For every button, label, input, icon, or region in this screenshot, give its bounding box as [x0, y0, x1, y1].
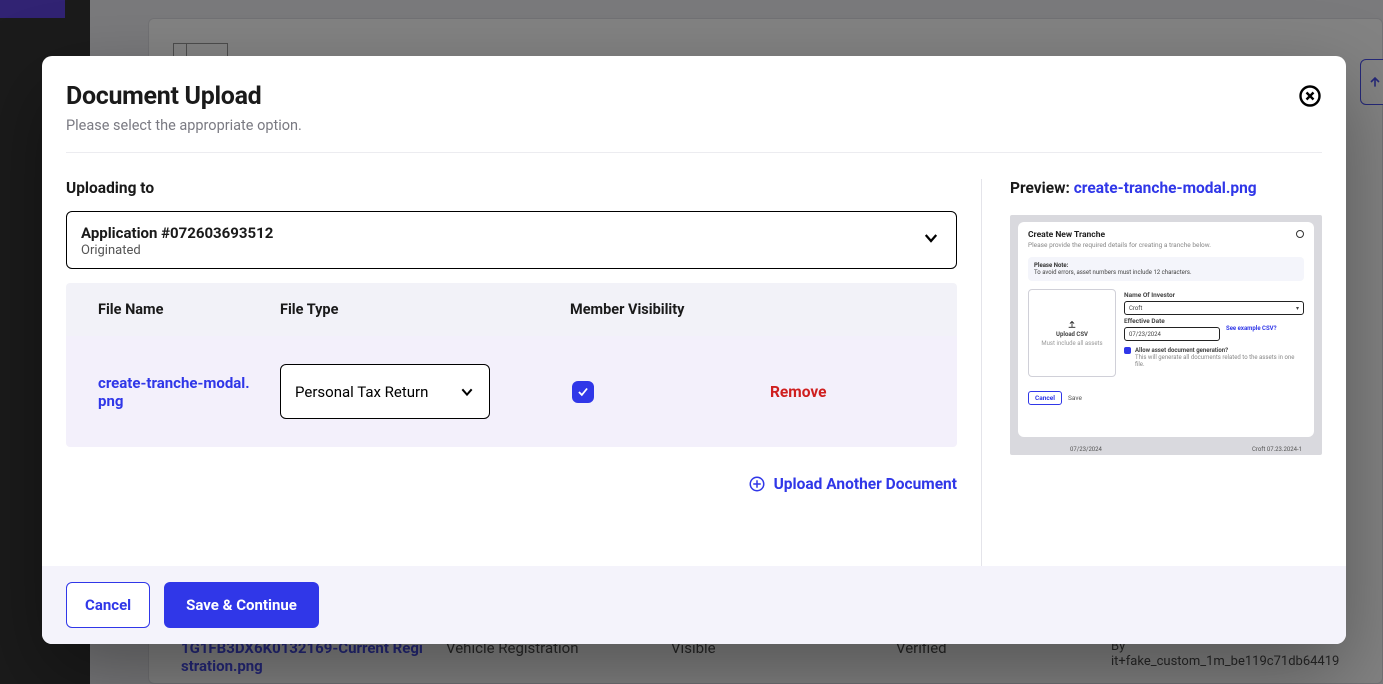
cancel-button[interactable]: Cancel [66, 582, 150, 628]
check-icon [576, 385, 590, 399]
save-continue-button[interactable]: Save & Continue [164, 582, 319, 628]
preview-close-icon [1296, 230, 1304, 238]
preview-upload-sub: Must include all assets [1041, 340, 1102, 347]
upload-icon [1067, 319, 1077, 329]
row-file-name-link[interactable]: create-tranche-modal.png [98, 374, 280, 410]
chevron-down-icon [459, 384, 475, 400]
upload-form-column: Uploading to Application #072603693512 O… [66, 179, 982, 566]
preview-investor-label: Name Of Investor [1124, 291, 1304, 299]
preview-strip-left: 07/23/2024 [1070, 446, 1102, 453]
preview-upload-label: Upload CSV [1056, 331, 1088, 338]
upload-another-button[interactable]: Upload Another Document [66, 475, 957, 493]
preview-allow-checkbox [1124, 347, 1131, 354]
member-visibility-checkbox[interactable] [572, 381, 594, 403]
preview-note-title: Please Note: [1034, 262, 1298, 269]
preview-file-name: create-tranche-modal.png [1074, 179, 1257, 197]
preview-date-label: Effective Date [1124, 317, 1304, 325]
preview-strip-right: Croft 07.23.2024-1 [1252, 446, 1302, 453]
remove-button[interactable]: Remove [770, 383, 826, 401]
col-member-visibility: Member Visibility [570, 301, 770, 318]
plus-circle-icon [748, 475, 766, 493]
preview-allow-sub: This will generate all documents related… [1135, 354, 1304, 368]
preview-modal-subtitle: Please provide the required details for … [1028, 241, 1304, 249]
preview-example-link: See example CSV? [1226, 325, 1277, 332]
modal-subtitle: Please select the appropriate option. [66, 117, 1316, 134]
close-icon [1298, 84, 1322, 108]
preview-image: Create New Tranche Please provide the re… [1010, 215, 1322, 455]
preview-date-input: 07/23/2024 [1124, 327, 1220, 341]
preview-allow-label: Allow asset document generation? [1135, 347, 1304, 354]
file-type-value: Personal Tax Return [295, 383, 428, 401]
preview-note-body: To avoid errors, asset numbers must incl… [1034, 269, 1298, 276]
col-file-type: File Type [280, 301, 570, 318]
destination-subtext: Originated [81, 243, 906, 258]
preview-investor-input: Croft▾ [1124, 301, 1304, 315]
upload-another-label: Upload Another Document [774, 475, 957, 493]
col-file-name: File Name [98, 301, 280, 318]
table-row: create-tranche-modal.png Personal Tax Re… [66, 336, 957, 447]
destination-select[interactable]: Application #072603693512 Originated [66, 211, 957, 269]
table-header: File Name File Type Member Visibility [66, 283, 957, 336]
chevron-down-icon [922, 229, 940, 251]
preview-label: Preview: create-tranche-modal.png [1010, 179, 1322, 197]
uploads-table: File Name File Type Member Visibility cr… [66, 283, 957, 447]
preview-save-button: Save [1068, 394, 1082, 402]
close-button[interactable] [1298, 84, 1322, 108]
preview-dropzone: Upload CSV Must include all assets [1028, 289, 1116, 377]
modal-footer: Cancel Save & Continue [42, 566, 1346, 644]
uploading-to-label: Uploading to [66, 179, 957, 197]
destination-title: Application #072603693512 [81, 224, 906, 242]
modal-title: Document Upload [66, 82, 1316, 111]
document-upload-modal: Document Upload Please select the approp… [42, 56, 1346, 644]
preview-column: Preview: create-tranche-modal.png Create… [982, 179, 1322, 566]
file-type-select[interactable]: Personal Tax Return [280, 364, 490, 419]
preview-modal-title: Create New Tranche [1028, 230, 1304, 240]
preview-prefix: Preview: [1010, 179, 1074, 197]
preview-cancel-button: Cancel [1028, 391, 1062, 405]
modal-header: Document Upload Please select the approp… [42, 56, 1346, 152]
